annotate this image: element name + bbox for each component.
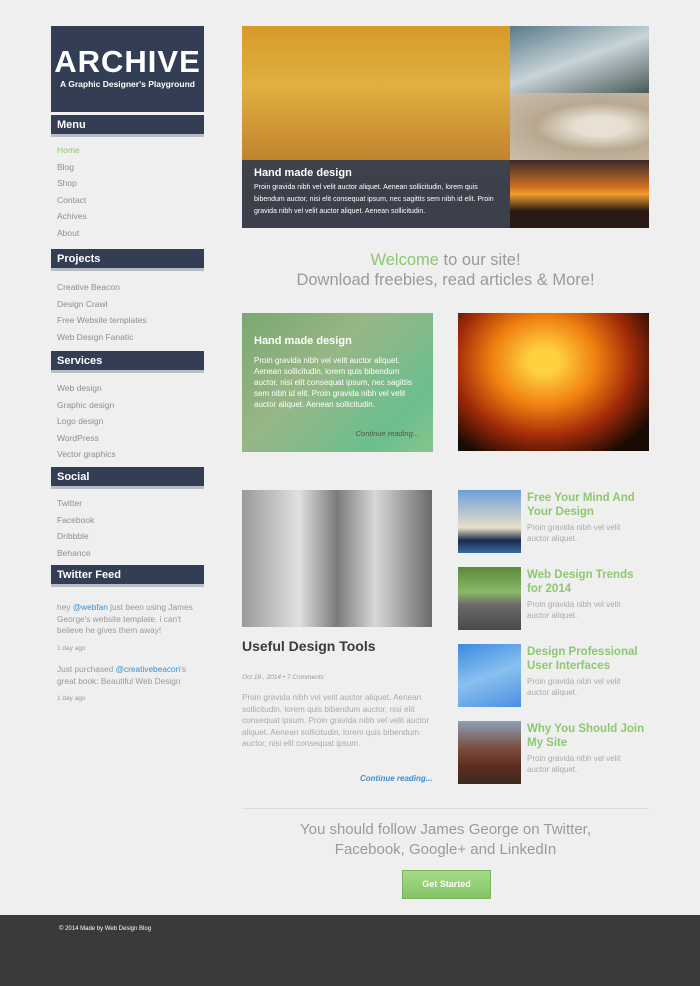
post-item[interactable]: Free Your Mind And Your Design Proin gra… bbox=[458, 490, 653, 553]
fire-chair-image[interactable] bbox=[458, 313, 649, 451]
welcome-message: Welcome to our site! Download freebies, … bbox=[242, 250, 649, 290]
post-title[interactable]: Design Professional User Interfaces bbox=[527, 645, 647, 673]
social-facebook[interactable]: Facebook bbox=[57, 513, 94, 530]
menu-nav: Home Blog Shop Contact Achives About bbox=[57, 143, 87, 243]
post-title[interactable]: Web Design Trends for 2014 bbox=[527, 568, 647, 596]
nav-about[interactable]: About bbox=[57, 226, 87, 243]
nav-blog[interactable]: Blog bbox=[57, 160, 87, 177]
welcome-highlight: Welcome bbox=[370, 251, 439, 269]
services-nav: Web design Graphic design Logo design Wo… bbox=[57, 381, 116, 464]
tweet-text: Just purchased bbox=[57, 664, 116, 674]
card-title: Hand made design bbox=[254, 335, 352, 347]
featured-card: Hand made design Proin gravida nibh vel … bbox=[242, 313, 433, 452]
nav-contact[interactable]: Contact bbox=[57, 193, 87, 210]
post-railway-thumbnail bbox=[458, 567, 521, 630]
menu-heading: Menu bbox=[51, 115, 204, 137]
divider bbox=[242, 808, 649, 809]
project-link[interactable]: Free Website templates bbox=[57, 313, 147, 330]
card-text: Proin gravida nibh vel velit auctor aliq… bbox=[254, 356, 412, 409]
post-airplane-thumbnail bbox=[458, 644, 521, 707]
tweet-time: 1 day ago bbox=[57, 695, 86, 702]
article-continue-link[interactable]: Continue reading... bbox=[360, 774, 432, 783]
service-link[interactable]: Graphic design bbox=[57, 398, 116, 415]
welcome-rest: to our site! bbox=[438, 251, 521, 269]
hero-sea-image[interactable] bbox=[510, 26, 649, 93]
article-body: Proin gravida nibh vel velit auctor aliq… bbox=[242, 693, 430, 748]
tweet-handle[interactable]: @creativebeacon bbox=[116, 664, 181, 674]
tweet-handle[interactable]: @webfan bbox=[73, 602, 108, 612]
welcome-subline: Download freebies, read articles & More! bbox=[296, 271, 595, 289]
site-logo[interactable]: ARCHIVE A Graphic Designer's Playground bbox=[51, 26, 204, 112]
follow-message: You should follow James George on Twitte… bbox=[299, 821, 591, 858]
project-link[interactable]: Design Crawl bbox=[57, 297, 147, 314]
twitter-feed: hey @webfan just been using James George… bbox=[57, 602, 202, 715]
service-link[interactable]: Vector graphics bbox=[57, 447, 116, 464]
post-item[interactable]: Design Professional User Interfaces Proi… bbox=[458, 644, 653, 707]
nav-archives[interactable]: Achives bbox=[57, 209, 87, 226]
services-heading: Services bbox=[51, 351, 204, 373]
footer-copyright: © 2014 Made by Web Design Blog bbox=[59, 926, 152, 932]
tweet: hey @webfan just been using James George… bbox=[57, 602, 202, 637]
get-started-button[interactable]: Get Started bbox=[402, 870, 491, 899]
logo-tagline: A Graphic Designer's Playground bbox=[60, 79, 195, 89]
post-title[interactable]: Why You Should Join My Site bbox=[527, 722, 647, 750]
logo-title: ARCHIVE bbox=[54, 44, 201, 79]
social-dribbble[interactable]: Dribbble bbox=[57, 529, 94, 546]
projects-nav: Creative Beacon Design Crawl Free Websit… bbox=[57, 280, 147, 346]
article-meta: Oct 18 , 2014 • 7 Comments bbox=[242, 674, 324, 681]
service-link[interactable]: Logo design bbox=[57, 414, 116, 431]
project-link[interactable]: Creative Beacon bbox=[57, 280, 147, 297]
post-title[interactable]: Free Your Mind And Your Design bbox=[527, 491, 647, 519]
hero-sunset-image[interactable] bbox=[510, 160, 649, 228]
social-behance[interactable]: Behance bbox=[57, 546, 94, 563]
post-excerpt: Proin gravida nibh vel velit auctor aliq… bbox=[527, 523, 621, 543]
card-continue-link[interactable]: Continue reading... bbox=[356, 429, 419, 438]
twitter-feed-heading: Twitter Feed bbox=[51, 565, 204, 587]
social-twitter[interactable]: Twitter bbox=[57, 496, 94, 513]
projects-heading: Projects bbox=[51, 249, 204, 271]
social-heading: Social bbox=[51, 467, 204, 489]
social-nav: Twitter Facebook Dribbble Behance bbox=[57, 496, 94, 562]
article-title[interactable]: Useful Design Tools bbox=[242, 638, 376, 654]
hero-shell-image[interactable] bbox=[510, 93, 649, 160]
project-link[interactable]: Web Design Fanatic bbox=[57, 330, 147, 347]
service-link[interactable]: Web design bbox=[57, 381, 116, 398]
service-link[interactable]: WordPress bbox=[57, 431, 116, 448]
post-item[interactable]: Web Design Trends for 2014 Proin gravida… bbox=[458, 567, 653, 630]
hero-caption-title: Hand made design bbox=[254, 167, 352, 179]
post-excerpt: Proin gravida nibh vel velit auctor aliq… bbox=[527, 754, 621, 774]
post-ship-thumbnail bbox=[458, 490, 521, 553]
nav-home[interactable]: Home bbox=[57, 143, 87, 160]
footer: © 2014 Made by Web Design Blog bbox=[0, 915, 700, 986]
post-excerpt: Proin gravida nibh vel velit auctor aliq… bbox=[527, 600, 621, 620]
hero-caption-text: Proin gravida nibh vel velit auctor aliq… bbox=[254, 184, 494, 215]
post-excerpt: Proin gravida nibh vel velit auctor aliq… bbox=[527, 677, 621, 697]
tweet-text: hey bbox=[57, 602, 73, 612]
design-tools-image[interactable] bbox=[242, 490, 432, 627]
tweet: Just purchased @creativebeacon's great b… bbox=[57, 664, 202, 687]
post-car-thumbnail bbox=[458, 721, 521, 784]
tweet-time: 1 day ago bbox=[57, 644, 86, 652]
post-item[interactable]: Why You Should Join My Site Proin gravid… bbox=[458, 721, 653, 784]
nav-shop[interactable]: Shop bbox=[57, 176, 87, 193]
hero-caption: Hand made design Proin gravida nibh vel … bbox=[242, 160, 510, 228]
